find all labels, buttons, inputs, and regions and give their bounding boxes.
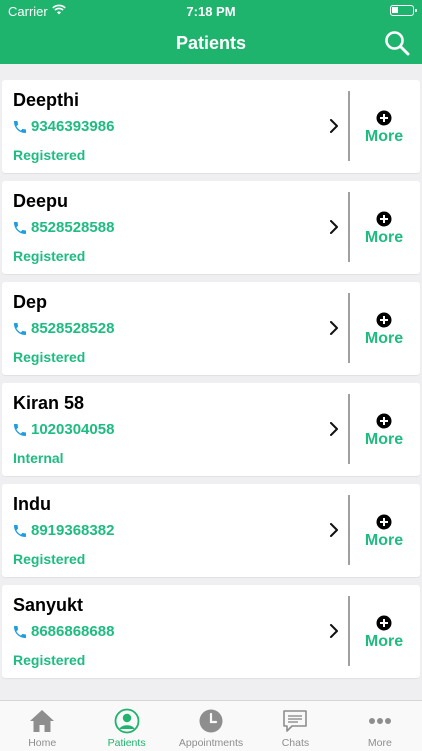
- patient-name: Kiran 58: [13, 393, 85, 413]
- search-icon[interactable]: [384, 30, 410, 56]
- phone-icon: [14, 625, 26, 638]
- more-button[interactable]: More: [352, 300, 416, 356]
- tab-patients[interactable]: Patients: [84, 701, 168, 751]
- patient-phone[interactable]: 8686868688: [12, 623, 114, 640]
- patient-phone[interactable]: 8528528528: [12, 320, 114, 337]
- more-label: More: [364, 229, 404, 246]
- plus-circle-icon: [376, 211, 392, 227]
- phone-number: 8528528588: [31, 219, 115, 236]
- patient-card[interactable]: Indu 8919368382 Registered More: [2, 484, 420, 577]
- more-button[interactable]: More: [352, 401, 416, 457]
- phone-icon: [14, 322, 26, 335]
- card-divider: [348, 293, 350, 363]
- more-label: More: [364, 532, 404, 549]
- chevron-right-icon[interactable]: [327, 523, 341, 537]
- more-label: More: [364, 633, 404, 650]
- more-button[interactable]: More: [352, 199, 416, 255]
- tab-bar: Home Patients Appointments Chats More: [0, 700, 422, 751]
- patient-status: Registered: [13, 349, 86, 365]
- patient-card[interactable]: Deepu 8528528588 Registered More: [2, 181, 420, 274]
- tab-appointments[interactable]: Appointments: [169, 701, 253, 751]
- patient-card[interactable]: Dep 8528528528 Registered More: [2, 282, 420, 375]
- clock-icon: [198, 708, 224, 734]
- tab-more[interactable]: More: [338, 701, 422, 751]
- chat-icon: [282, 708, 308, 734]
- tab-label: More: [367, 737, 392, 749]
- patient-card[interactable]: Sanyukt 8686868688 Registered More: [2, 585, 420, 678]
- tab-label: Patients: [107, 737, 146, 749]
- phone-number: 8919368382: [31, 522, 115, 539]
- card-divider: [348, 192, 350, 262]
- home-icon: [29, 708, 55, 734]
- card-divider: [348, 596, 350, 666]
- patient-name: Deepthi: [13, 90, 80, 110]
- phone-number: 9346393986: [31, 118, 115, 135]
- patient-phone[interactable]: 9346393986: [12, 118, 114, 135]
- chevron-right-icon[interactable]: [327, 422, 341, 436]
- patient-name: Dep: [13, 292, 48, 312]
- tab-home[interactable]: Home: [0, 701, 84, 751]
- plus-circle-icon: [376, 615, 392, 631]
- patient-phone[interactable]: 1020304058: [12, 421, 114, 438]
- phone-icon: [14, 423, 26, 436]
- patient-status: Registered: [13, 652, 86, 668]
- patient-name: Deepu: [13, 191, 69, 211]
- phone-icon: [14, 221, 26, 234]
- more-dots-icon: [367, 708, 393, 734]
- more-label: More: [364, 128, 404, 145]
- navigation-bar: Patients: [0, 22, 422, 64]
- chevron-right-icon[interactable]: [327, 321, 341, 335]
- plus-circle-icon: [376, 312, 392, 328]
- more-label: More: [364, 330, 404, 347]
- page-title: Patients: [175, 33, 247, 53]
- tab-label: Home: [28, 737, 57, 749]
- plus-circle-icon: [376, 514, 392, 530]
- tab-chats[interactable]: Chats: [253, 701, 337, 751]
- patient-phone[interactable]: 8528528588: [12, 219, 114, 236]
- tab-label: Chats: [281, 737, 310, 749]
- phone-icon: [14, 120, 26, 133]
- clock-time: 7:18 PM: [186, 4, 236, 19]
- plus-circle-icon: [376, 110, 392, 126]
- battery-icon: [390, 5, 417, 16]
- chevron-right-icon[interactable]: [327, 119, 341, 133]
- patient-icon: [114, 708, 140, 734]
- patient-name: Sanyukt: [13, 595, 84, 615]
- plus-circle-icon: [376, 413, 392, 429]
- phone-number: 8528528528: [31, 320, 115, 337]
- more-button[interactable]: More: [352, 98, 416, 154]
- patient-phone[interactable]: 8919368382: [12, 522, 114, 539]
- patient-status: Internal: [13, 450, 64, 466]
- patient-status: Registered: [13, 551, 86, 567]
- phone-number: 8686868688: [31, 623, 115, 640]
- patient-status: Registered: [13, 248, 86, 264]
- patient-list: Deepthi 9346393986 Registered More Deepu: [0, 80, 422, 686]
- chevron-right-icon[interactable]: [327, 220, 341, 234]
- phone-icon: [14, 524, 26, 537]
- chevron-right-icon[interactable]: [327, 624, 341, 638]
- patient-card[interactable]: Deepthi 9346393986 Registered More: [2, 80, 420, 173]
- more-label: More: [364, 431, 404, 448]
- card-divider: [348, 394, 350, 464]
- patient-card[interactable]: Kiran 58 1020304058 Internal More: [2, 383, 420, 476]
- status-bar: Carrier 7:18 PM: [0, 0, 422, 22]
- more-button[interactable]: More: [352, 502, 416, 558]
- card-divider: [348, 495, 350, 565]
- card-divider: [348, 91, 350, 161]
- phone-number: 1020304058: [31, 421, 115, 438]
- more-button[interactable]: More: [352, 603, 416, 659]
- tab-label: Appointments: [178, 737, 244, 749]
- patient-name: Indu: [13, 494, 51, 514]
- patient-status: Registered: [13, 147, 86, 163]
